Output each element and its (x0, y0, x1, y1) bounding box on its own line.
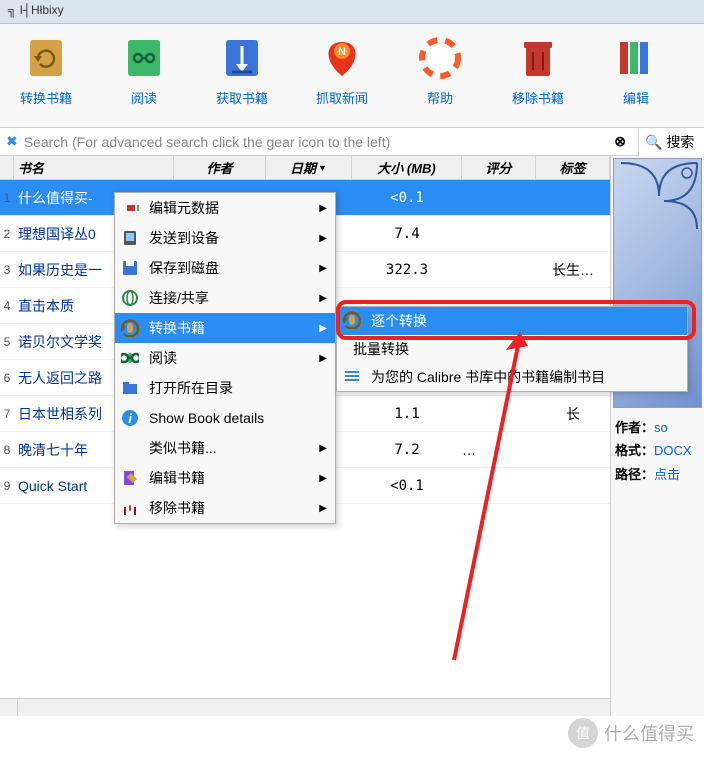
svg-text:i: i (128, 411, 132, 426)
title-bar: ╗ l┤Hłbixy (0, 0, 704, 24)
convert-icon (22, 34, 70, 82)
col-header-6[interactable]: 标签 (536, 156, 610, 179)
folder-icon (121, 379, 139, 397)
submenu-arrow-icon: ▶ (319, 263, 327, 274)
grid-header: 书名作者日期▼大小 (MB)评分标签 (0, 156, 610, 180)
fetch-button[interactable]: 获取书籍 (216, 34, 268, 121)
link-icon (121, 289, 139, 307)
menu-read[interactable]: 阅读 ▶ (115, 343, 335, 373)
search-placeholder: Search (For advanced search click the ge… (24, 134, 391, 150)
read-icon (121, 349, 139, 367)
submenu-item[interactable]: 逐个转换 (337, 307, 687, 335)
gear-icon[interactable]: ✖ (6, 133, 18, 150)
convert-button[interactable]: 转换书籍 (20, 34, 72, 121)
convert-icon (343, 311, 361, 332)
help-button[interactable]: 帮助 (416, 34, 464, 121)
watermark: 值 什么值得买 (568, 718, 694, 748)
help-icon (416, 34, 464, 82)
menu-edit[interactable]: 编辑元数据 ▶ (115, 193, 335, 223)
search-bar[interactable]: ✖ Search (For advanced search click the … (0, 128, 638, 156)
submenu-item[interactable]: 批量转换 (337, 335, 687, 363)
menu-folder[interactable]: 打开所在目录 (115, 373, 335, 403)
read-icon (120, 34, 168, 82)
convert-submenu: 逐个转换 批量转换 为您的 Calibre 书库中的书籍编制书目 (336, 306, 688, 392)
clear-search-icon[interactable]: ⊗ (608, 133, 632, 150)
format-link[interactable]: DOCX (654, 443, 692, 458)
catalog-icon (343, 367, 361, 388)
col-header-1[interactable]: 书名 (14, 156, 174, 179)
book-metadata: 作者：so 格式：DOCX 路径：点击 (611, 410, 704, 492)
submenu-arrow-icon: ▶ (319, 443, 327, 454)
watermark-icon: 值 (568, 718, 598, 748)
read-button[interactable]: 阅读 (120, 34, 168, 121)
submenu-item[interactable]: 为您的 Calibre 书库中的书籍编制书目 (337, 363, 687, 391)
convert-icon (121, 319, 139, 337)
remove-icon (121, 499, 139, 517)
menu-save[interactable]: 保存到磁盘 ▶ (115, 253, 335, 283)
submenu-arrow-icon: ▶ (319, 503, 327, 514)
info-icon: i (121, 409, 139, 427)
menu-info[interactable]: i Show Book details (115, 403, 335, 433)
editbook-icon (121, 469, 139, 487)
search-button[interactable]: 🔍 搜索 (638, 128, 704, 156)
menu-remove[interactable]: 移除书籍 ▶ (115, 493, 335, 523)
submenu-arrow-icon: ▶ (319, 203, 327, 214)
submenu-arrow-icon: ▶ (319, 293, 327, 304)
main-toolbar: 转换书籍 阅读 获取书籍 N 抓取新闻 帮助 移除书籍 编辑 (0, 24, 704, 128)
menu-convert[interactable]: 转换书籍 ▶ (115, 313, 335, 343)
detail-panel: 作者：so 格式：DOCX 路径：点击 (610, 156, 704, 716)
horizontal-scrollbar[interactable] (0, 698, 610, 716)
menu-item[interactable]: 类似书籍... ▶ (115, 433, 335, 463)
menu-device[interactable]: 发送到设备 ▶ (115, 223, 335, 253)
path-link[interactable]: 点击 (654, 467, 680, 482)
remove-icon (514, 34, 562, 82)
submenu-arrow-icon: ▶ (319, 323, 327, 334)
fetch-icon (218, 34, 266, 82)
news-icon: N (318, 34, 366, 82)
news-button[interactable]: N 抓取新闻 (316, 34, 368, 121)
col-header-4[interactable]: 大小 (MB) (352, 156, 462, 179)
-icon (121, 439, 139, 457)
submenu-arrow-icon: ▶ (319, 233, 327, 244)
menu-editbook[interactable]: 编辑书籍 ▶ (115, 463, 335, 493)
edit-icon (612, 34, 660, 82)
device-icon (121, 229, 139, 247)
submenu-arrow-icon: ▶ (319, 473, 327, 484)
submenu-arrow-icon: ▶ (319, 353, 327, 364)
col-header-2[interactable]: 作者 (174, 156, 266, 179)
col-header-3[interactable]: 日期▼ (266, 156, 352, 179)
search-icon: 🔍 (645, 134, 662, 151)
remove-button[interactable]: 移除书籍 (512, 34, 564, 121)
edit-button[interactable]: 编辑 (612, 34, 660, 121)
svg-text:N: N (338, 46, 346, 58)
menu-link[interactable]: 连接/共享 ▶ (115, 283, 335, 313)
edit-icon (121, 199, 139, 217)
author-link[interactable]: so (654, 420, 668, 435)
context-menu: 编辑元数据 ▶ 发送到设备 ▶ 保存到磁盘 ▶ 连接/共享 ▶ 转换书籍 ▶ 阅… (114, 192, 336, 524)
col-header-0[interactable] (0, 156, 14, 179)
save-icon (121, 259, 139, 277)
col-header-5[interactable]: 评分 (462, 156, 536, 179)
